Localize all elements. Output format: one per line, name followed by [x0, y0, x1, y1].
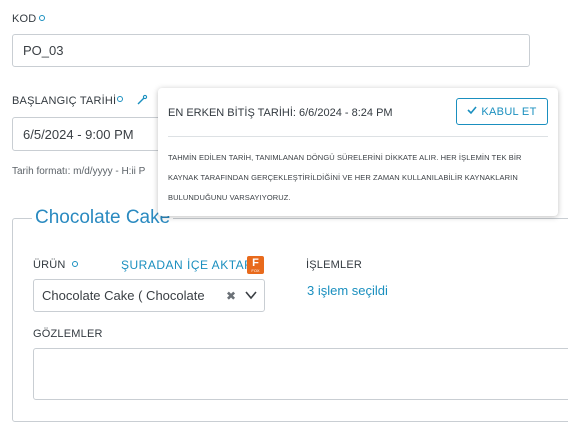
date-format-hint: Tarih formatı: m/d/yyyy - H:ii P — [12, 166, 146, 177]
accept-button-label: KABUL ET — [481, 105, 537, 118]
popover-description: TAHMİN EDİLEN TARİH, TANIMLANAN DÖNGÜ SÜ… — [168, 153, 522, 202]
product-select-value: Chocolate Cake ( Chocolate — [42, 288, 205, 303]
observations-textarea[interactable] — [33, 348, 568, 400]
earliest-end-date-title: EN ERKEN BİTİŞ TARİHİ: 6/6/2024 - 8:24 P… — [168, 107, 393, 119]
estimate-popover: EN ERKEN BİTİŞ TARİHİ: 6/6/2024 - 8:24 P… — [158, 88, 558, 216]
chevron-down-icon[interactable] — [244, 288, 258, 305]
check-icon — [467, 105, 478, 118]
product-label: ÜRÜN — [33, 259, 66, 271]
product-required-dot-icon — [72, 261, 78, 267]
product-section-title: Chocolate Cake — [32, 207, 174, 229]
kod-input-value: PO_03 — [23, 43, 64, 58]
kod-input[interactable]: PO_03 — [12, 34, 530, 67]
kod-required-dot-icon — [39, 15, 45, 21]
clear-icon[interactable]: ✖ — [226, 289, 236, 303]
estimate-wand-icon[interactable] — [136, 93, 148, 111]
operations-label: İŞLEMLER — [306, 259, 363, 271]
operations-link[interactable]: 3 işlem seçildi — [307, 283, 388, 298]
start-date-value: 6/5/2024 - 9:00 PM — [23, 126, 134, 142]
start-date-label: BAŞLANGIÇ TARİHİ — [12, 95, 117, 107]
accept-button[interactable]: KABUL ET — [456, 98, 548, 125]
popover-divider — [168, 136, 548, 137]
app-f-icon[interactable]: F FOX — [247, 256, 264, 274]
start-date-required-dot-icon — [117, 96, 123, 102]
observations-label: GÖZLEMLER — [33, 328, 103, 340]
import-link[interactable]: ŞURADAN İÇE AKTAR — [121, 258, 253, 272]
kod-label: KOD — [12, 13, 37, 25]
product-select[interactable]: Chocolate Cake ( Chocolate ✖ — [33, 279, 265, 312]
